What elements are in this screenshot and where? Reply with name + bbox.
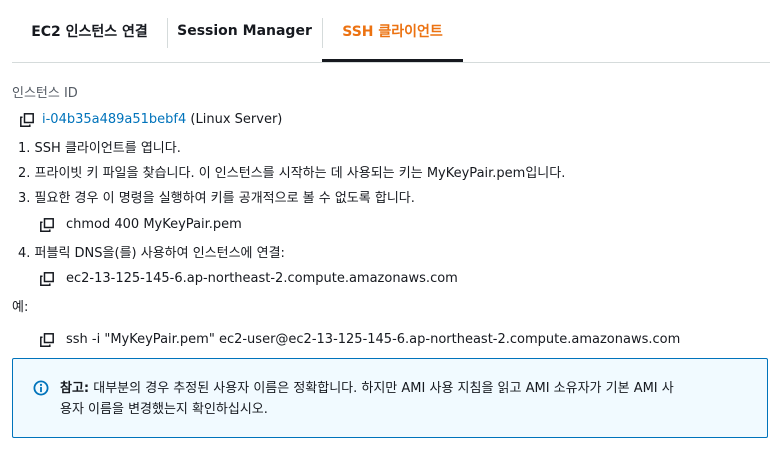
instance-id-label: 인스턴스 ID [12,86,78,101]
step-4-text: 4. 퍼블릭 DNS을(를) 사용하여 인스턴스에 연결: [18,246,285,261]
copy-icon[interactable] [20,113,34,127]
info-alert: 참고: 대부분의 경우 추정된 사용자 이름은 정확합니다. 하지만 AMI 사… [12,358,768,438]
ssh-example-command: ssh -i "MyKeyPair.pem" ec2-user@ec2-13-1… [66,332,681,347]
copy-icon[interactable] [40,333,54,347]
tab-ssh-client[interactable]: SSH 클라이언트 [322,0,463,62]
info-alert-line2: 용자 이름을 변경했는지 확인하십시오. [60,402,268,417]
public-dns-value: ec2-13-125-145-6.ap-northeast-2.compute.… [66,271,458,286]
tab-session-manager[interactable]: Session Manager [167,0,322,62]
instance-id-link[interactable]: i-04b35a489a51bebf4 [42,112,186,127]
instance-id-row: i-04b35a489a51bebf4 (Linux Server) [42,112,282,128]
copy-icon[interactable] [40,272,54,286]
step-1-text: 1. SSH 클라이언트를 엽니다. [18,141,181,156]
active-tab-indicator [322,59,463,62]
step-3-text: 3. 필요한 경우 이 명령을 실행하여 키를 공개적으로 볼 수 없도록 합니… [18,191,415,206]
connect-tabs: EC2 인스턴스 연결 Session Manager SSH 클라이언트 [12,0,770,63]
info-alert-title: 참고: [60,381,90,396]
instance-name: (Linux Server) [190,112,283,127]
chmod-command: chmod 400 MyKeyPair.pem [66,217,242,232]
copy-icon[interactable] [40,218,54,232]
example-label: 예: [12,300,29,315]
tab-ec2-instance-connect[interactable]: EC2 인스턴스 연결 [12,0,167,62]
info-icon [33,380,49,396]
info-alert-line1: 대부분의 경우 추정된 사용자 이름은 정확합니다. 하지만 AMI 사용 지침… [93,381,674,396]
info-alert-text: 참고: 대부분의 경우 추정된 사용자 이름은 정확합니다. 하지만 AMI 사… [60,378,750,420]
ssh-client-panel: EC2 인스턴스 연결 Session Manager SSH 클라이언트 인스… [0,0,778,449]
step-2-text: 2. 프라이빗 키 파일을 찾습니다. 이 인스턴스를 시작하는 데 사용되는 … [18,166,566,181]
